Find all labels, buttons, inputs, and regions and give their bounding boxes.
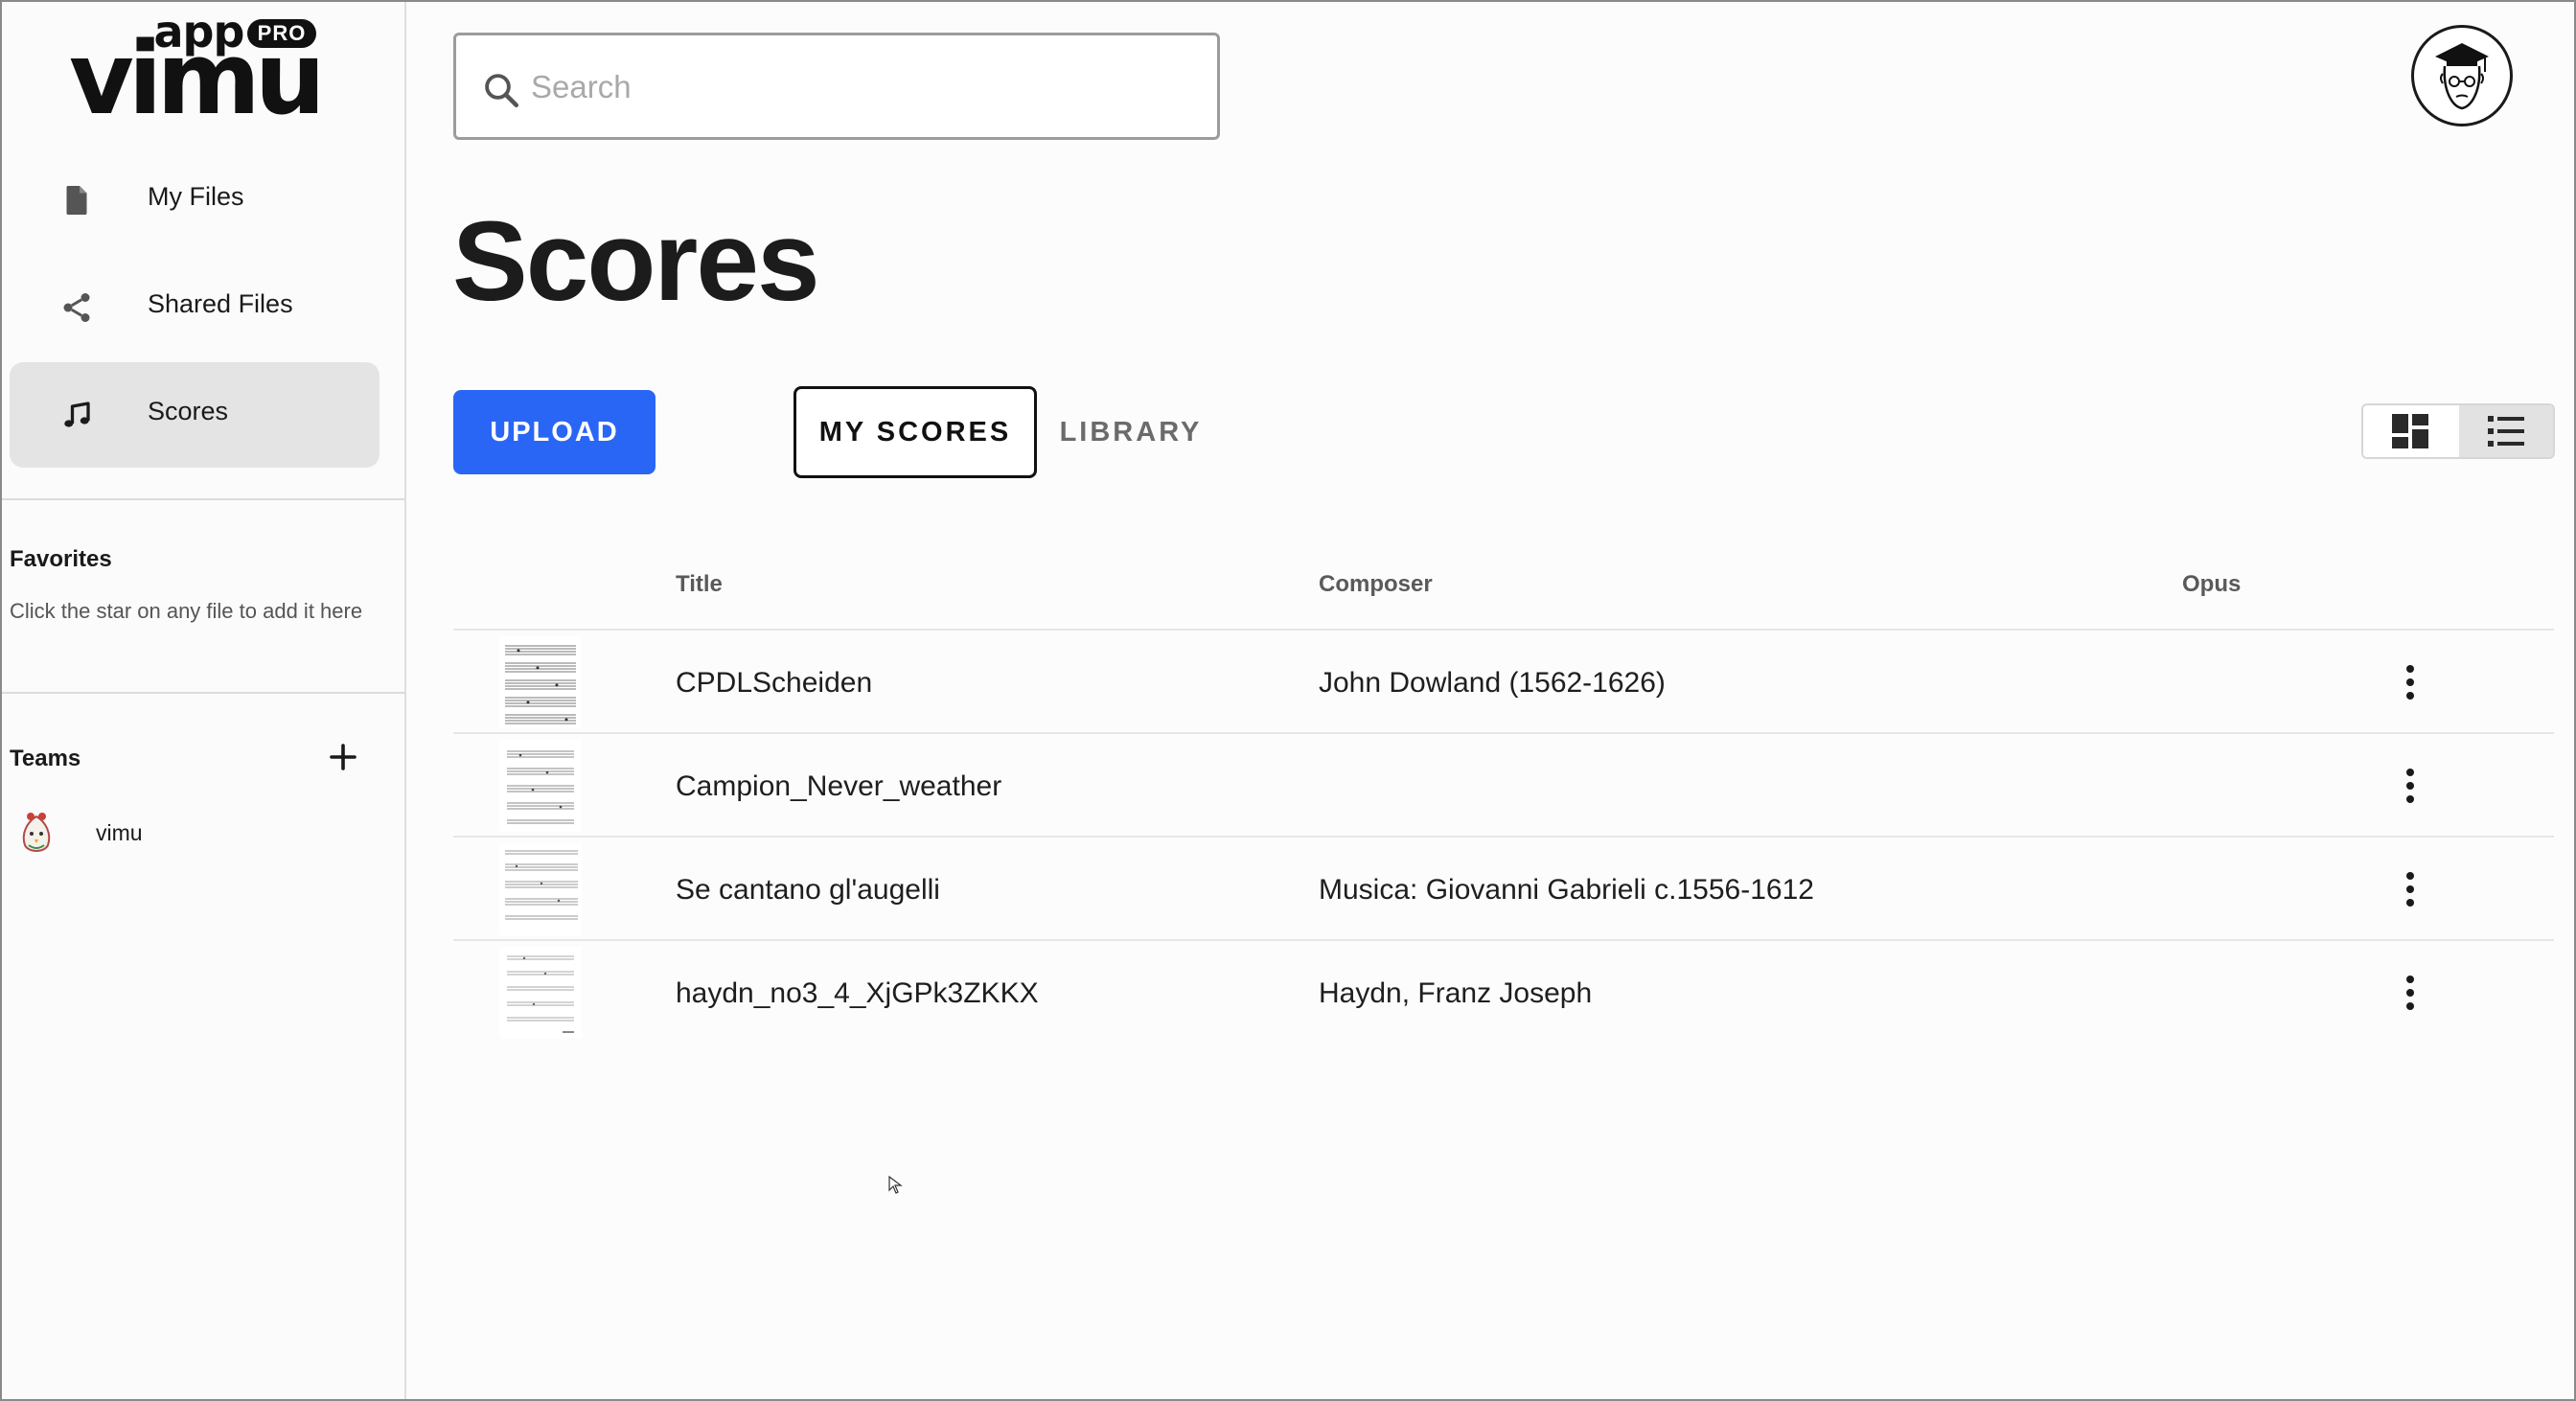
more-options-icon[interactable] [2387, 970, 2433, 1016]
list-view-button[interactable] [2459, 405, 2553, 457]
file-icon [66, 186, 87, 215]
logo-wordmark: vimu [69, 20, 326, 137]
sidebar-item-label: Scores [148, 397, 229, 425]
teams-heading: Teams [10, 746, 81, 771]
team-avatar-icon [22, 813, 51, 852]
page-title: Scores [452, 198, 820, 325]
sidebar-divider [2, 692, 406, 694]
favorites-hint: Click the star on any file to add it her… [10, 599, 363, 623]
score-composer: Haydn, Franz Joseph [1319, 977, 1593, 1009]
vimu-logo[interactable]: .app PRO vimu [69, 10, 328, 137]
table-row[interactable]: haydn_no3_4_XjGPk3ZKKX Haydn, Franz Jose… [453, 939, 2554, 1043]
sidebar-item-shared-files[interactable]: Shared Files [10, 255, 380, 360]
score-title[interactable]: Campion_Never_weather [676, 770, 1001, 803]
search-icon [485, 74, 519, 108]
search-box[interactable] [453, 33, 1220, 140]
score-thumbnail [499, 740, 582, 832]
grid-view-icon [2392, 414, 2428, 448]
more-options-icon[interactable] [2387, 866, 2433, 912]
music-note-icon [64, 402, 90, 427]
score-title[interactable]: Se cantano gl'augelli [676, 874, 940, 907]
score-thumbnail [499, 636, 582, 728]
grid-view-button[interactable] [2363, 405, 2457, 457]
add-team-plus-icon[interactable] [326, 740, 360, 774]
column-header-composer[interactable]: Composer [1319, 571, 1433, 598]
user-avatar-icon [2435, 43, 2489, 110]
score-title[interactable]: CPDLScheiden [676, 667, 872, 700]
table-row[interactable]: Campion_Never_weather [453, 732, 2554, 836]
sidebar-divider [2, 498, 406, 500]
team-name: vimu [96, 820, 143, 845]
sidebar-item-scores[interactable]: Scores [10, 362, 380, 468]
view-toggle [2361, 403, 2555, 459]
list-view-icon [2488, 416, 2524, 447]
user-avatar[interactable] [2411, 25, 2513, 126]
upload-button[interactable]: UPLOAD [453, 390, 656, 474]
more-options-icon[interactable] [2387, 659, 2433, 705]
sidebar-item-label: Shared Files [148, 289, 293, 318]
more-options-icon[interactable] [2387, 763, 2433, 809]
score-thumbnail [499, 843, 582, 935]
column-header-opus[interactable]: Opus [2182, 571, 2241, 598]
share-icon [63, 293, 90, 322]
sidebar-item-my-files[interactable]: My Files [10, 148, 380, 253]
search-input[interactable] [531, 60, 1192, 114]
team-item-vimu[interactable]: vimu [15, 809, 380, 857]
table-row[interactable]: CPDLScheiden John Dowland (1562-1626) [453, 629, 2554, 732]
favorites-heading: Favorites [10, 546, 112, 572]
score-thumbnail [499, 947, 582, 1039]
mouse-cursor-icon [888, 1175, 903, 1194]
column-header-title[interactable]: Title [676, 571, 723, 598]
sidebar: .app PRO vimu My Files Shared Files Scor… [2, 2, 406, 1399]
tab-my-scores[interactable]: MY SCORES [794, 386, 1037, 478]
score-composer: Musica: Giovanni Gabrieli c.1556-1612 [1319, 874, 1814, 906]
tab-library[interactable]: LIBRARY [1054, 386, 1208, 478]
score-title[interactable]: haydn_no3_4_XjGPk3ZKKX [676, 977, 1039, 1010]
score-composer: John Dowland (1562-1626) [1319, 667, 1666, 699]
table-row[interactable]: Se cantano gl'augelli Musica: Giovanni G… [453, 836, 2554, 939]
sidebar-item-label: My Files [148, 182, 244, 211]
